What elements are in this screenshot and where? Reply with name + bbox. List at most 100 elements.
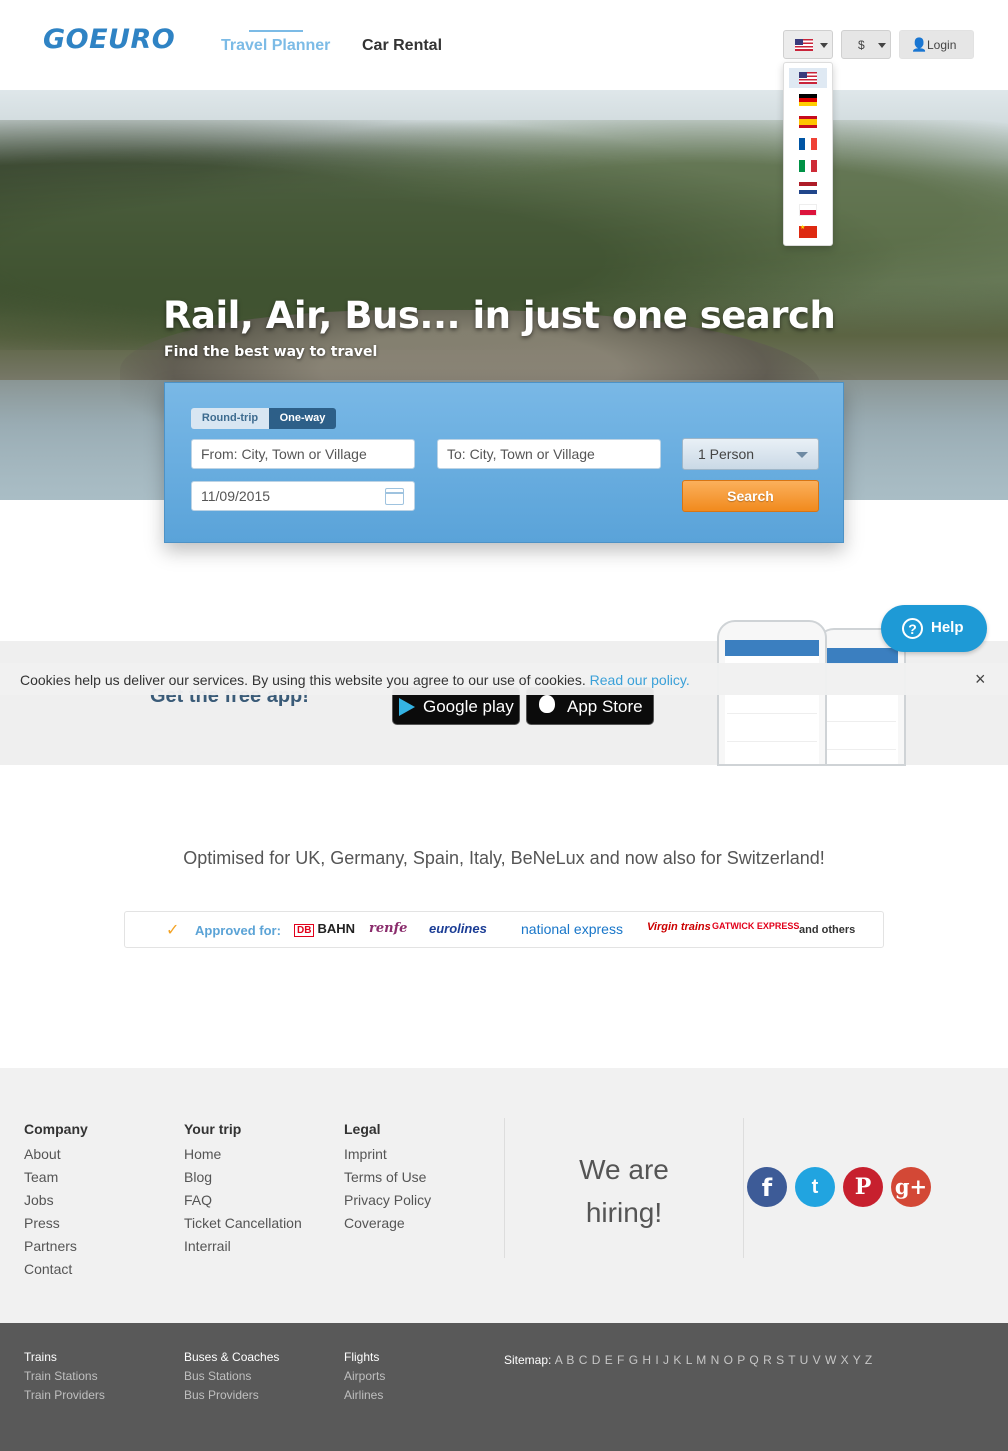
footer-link-faq[interactable]: FAQ [184, 1189, 302, 1212]
footer-company-column: Company About Team Jobs Press Partners C… [24, 1121, 88, 1281]
db-box: DB [294, 924, 315, 937]
calendar-icon[interactable] [385, 488, 404, 505]
app-store-label: App Store [567, 697, 643, 716]
footer-link-blog[interactable]: Blog [184, 1166, 302, 1189]
nav-car-rental[interactable]: Car Rental [362, 37, 442, 55]
sitemap-letters[interactable]: A B C D E F G H I J K L M N O P Q R S T … [555, 1353, 873, 1367]
footer-link-jobs[interactable]: Jobs [24, 1189, 88, 1212]
google-plus-icon[interactable]: g+ [891, 1167, 931, 1207]
footer-link-about[interactable]: About [24, 1143, 88, 1166]
nav-travel-planner[interactable]: Travel Planner [221, 37, 330, 55]
phone-result-row [727, 756, 817, 764]
footer-link-interrail[interactable]: Interrail [184, 1235, 302, 1258]
coverage-statement: Optimised for UK, Germany, Spain, Italy,… [183, 848, 825, 868]
footer-heading: Company [24, 1121, 88, 1137]
db-label: BAHN [317, 921, 356, 936]
to-input[interactable]: To: City, Town or Village [437, 439, 661, 469]
footer-link-airports[interactable]: Airports [344, 1369, 385, 1388]
date-value: 11/09/2015 [201, 488, 271, 504]
footer-link-ticket-cancellation[interactable]: Ticket Cancellation [184, 1212, 302, 1235]
us-flag-icon [799, 72, 817, 84]
cookie-policy-link[interactable]: Read our policy. [590, 672, 690, 688]
cookie-text: Cookies help us deliver our services. By… [20, 672, 690, 688]
currency-selector[interactable]: $ [841, 30, 891, 59]
cookie-banner: Cookies help us deliver our services. By… [0, 663, 1008, 695]
phone-result-row [727, 728, 817, 742]
hiring-link[interactable]: We are hiring! [504, 1148, 744, 1234]
help-button[interactable]: ? Help [881, 605, 987, 652]
footer-buses-column: Buses & Coaches Bus Stations Bus Provide… [184, 1350, 279, 1407]
virgin-trains-logo: Virgin trains [647, 921, 711, 933]
footer-link-imprint[interactable]: Imprint [344, 1143, 431, 1166]
search-button[interactable]: Search [682, 480, 819, 512]
chevron-down-icon [878, 43, 886, 48]
login-label: Login [927, 38, 957, 52]
passenger-value: 1 Person [698, 446, 755, 462]
goeuro-logo[interactable]: GOEURO [43, 24, 175, 55]
language-option-nl[interactable] [789, 178, 827, 198]
date-input[interactable]: 11/09/2015 [191, 481, 415, 511]
spain-flag-icon [799, 116, 817, 128]
facebook-icon[interactable]: f [747, 1167, 787, 1207]
italy-flag-icon [799, 160, 817, 172]
cookie-message: Cookies help us deliver our services. By… [20, 672, 586, 688]
chevron-down-icon [820, 43, 828, 48]
from-input[interactable]: From: City, Town or Village [191, 439, 415, 469]
google-play-label: Google play [423, 697, 514, 716]
footer-link-bus-providers[interactable]: Bus Providers [184, 1388, 279, 1407]
poland-flag-icon [799, 204, 817, 216]
pinterest-icon[interactable]: P [843, 1167, 883, 1207]
and-others-label: and others [799, 924, 856, 936]
footer-flights-column: Flights Airports Airlines [344, 1350, 385, 1407]
footer-link-terms[interactable]: Terms of Use [344, 1166, 431, 1189]
language-option-de[interactable] [789, 90, 827, 110]
phone-result-row [826, 736, 896, 750]
footer-link-airlines[interactable]: Airlines [344, 1388, 385, 1407]
footer-link-flights[interactable]: Flights [344, 1350, 385, 1369]
footer-link-privacy[interactable]: Privacy Policy [344, 1189, 431, 1212]
footer-bottom [0, 1323, 1008, 1451]
france-flag-icon [799, 138, 817, 150]
gatwick-express-logo: GATWICK EXPRESS [712, 921, 800, 931]
phone-result-row [826, 708, 896, 722]
hero-title: Rail, Air, Bus... in just one search [163, 294, 836, 337]
eurolines-logo: eurolines [429, 921, 487, 936]
footer-heading: Legal [344, 1121, 381, 1137]
phone-app-header [725, 640, 819, 656]
search-form: Round-trip One-way From: City, Town or V… [164, 382, 844, 543]
footer-link-contact[interactable]: Contact [24, 1258, 88, 1281]
checkmark-icon: ✓ [166, 922, 180, 939]
round-trip-tab[interactable]: Round-trip [191, 408, 269, 429]
chevron-down-icon [796, 452, 808, 458]
footer-link-coverage[interactable]: Coverage [344, 1212, 431, 1235]
footer-link-trains[interactable]: Trains [24, 1350, 105, 1369]
footer-link-team[interactable]: Team [24, 1166, 88, 1189]
language-option-it[interactable] [789, 156, 827, 176]
login-button[interactable]: 👤 Login [899, 30, 974, 59]
footer-link-bus-stations[interactable]: Bus Stations [184, 1369, 279, 1388]
footer-link-buses[interactable]: Buses & Coaches [184, 1350, 279, 1369]
footer-link-train-stations[interactable]: Train Stations [24, 1369, 105, 1388]
question-icon: ? [902, 618, 923, 639]
language-option-pl[interactable] [789, 200, 827, 220]
hiring-line-2: hiring! [585, 1197, 663, 1228]
one-way-tab[interactable]: One-way [269, 408, 336, 429]
phone-result-row [727, 700, 817, 714]
user-icon: 👤 [911, 37, 928, 52]
help-label: Help [931, 619, 964, 636]
language-option-fr[interactable] [789, 134, 827, 154]
trip-type-toggle: Round-trip One-way [191, 408, 336, 429]
national-express-logo: national express [521, 921, 623, 937]
close-icon[interactable]: × [975, 669, 986, 690]
footer-link-partners[interactable]: Partners [24, 1235, 88, 1258]
language-option-es[interactable] [789, 112, 827, 132]
passenger-select[interactable]: 1 Person [682, 438, 819, 470]
renfe-logo: renfe [369, 921, 408, 936]
language-selector[interactable] [783, 30, 833, 59]
footer-link-train-providers[interactable]: Train Providers [24, 1388, 105, 1407]
language-option-us[interactable] [789, 68, 827, 88]
language-option-cn[interactable] [789, 222, 827, 242]
footer-link-press[interactable]: Press [24, 1212, 88, 1235]
twitter-icon[interactable]: t [795, 1167, 835, 1207]
footer-link-home[interactable]: Home [184, 1143, 302, 1166]
